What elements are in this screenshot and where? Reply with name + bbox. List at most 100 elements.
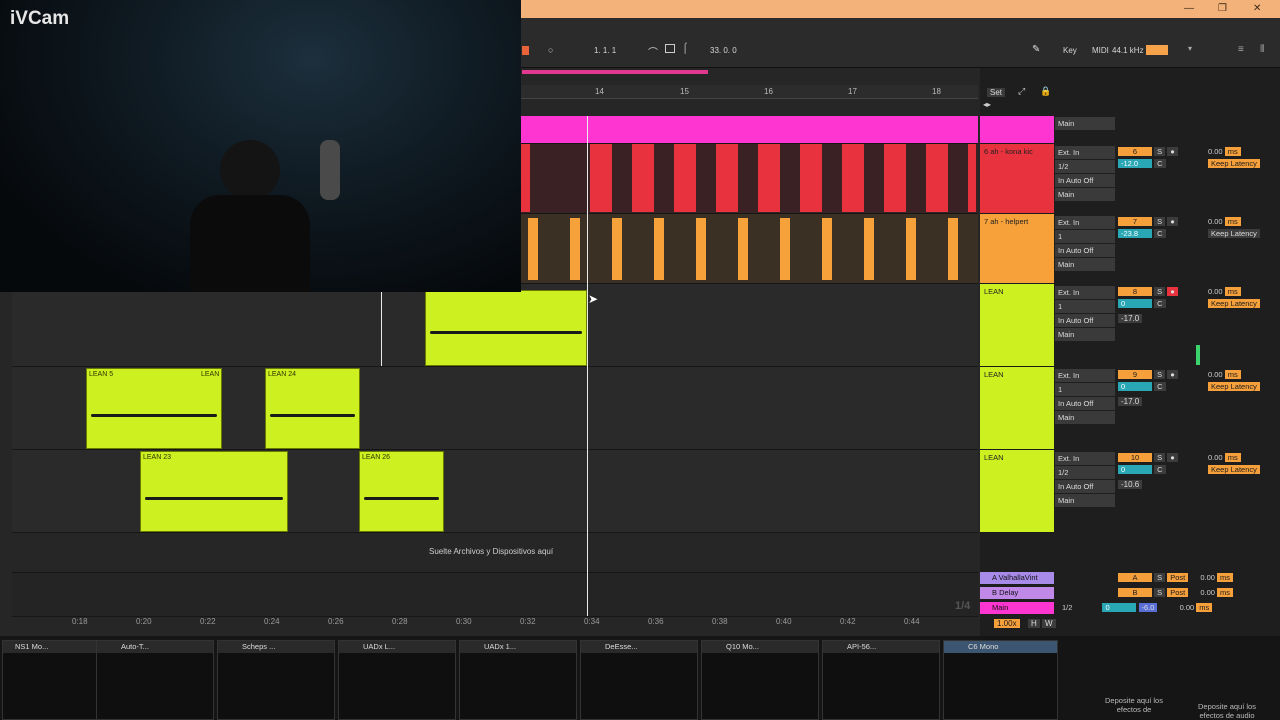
solo-button[interactable]: S	[1154, 453, 1166, 462]
set-button[interactable]: Set	[987, 88, 1006, 97]
solo-button[interactable]: S	[1154, 217, 1166, 226]
maximize-button[interactable]: ❐	[1218, 3, 1227, 14]
punch-in-icon[interactable]: ⌒	[648, 44, 658, 59]
return-strip[interactable]: A S Post 0.00 ms	[1118, 573, 1234, 582]
mixer-strip[interactable]: 7 S ● -23.8 C	[1118, 217, 1178, 238]
solo-button[interactable]: S	[1154, 370, 1166, 379]
channel-select[interactable]: 1	[1055, 383, 1115, 396]
device-uadx-l[interactable]: UADx L...	[338, 640, 456, 720]
draw-icon[interactable]: ✎	[1032, 44, 1040, 55]
channel-select[interactable]: 1/2	[1055, 160, 1115, 173]
bar-ruler[interactable]: 14 15 16 17 18	[520, 85, 978, 99]
track-lane[interactable]	[520, 116, 978, 144]
track-header[interactable]: 7 ah - helpert	[980, 214, 1054, 284]
track-delay[interactable]: 0.00 ms Keep Latency	[1208, 370, 1260, 391]
device-q10[interactable]: Q10 Mo...	[701, 640, 819, 720]
track-header[interactable]	[980, 116, 1054, 144]
track-io[interactable]: Ext. In 1 In Auto Off Main	[1055, 286, 1115, 342]
input-select[interactable]: Ext. In	[1055, 146, 1115, 159]
mixer-strip[interactable]: 6 S ● -12.0 C	[1118, 147, 1178, 168]
mixer-strip[interactable]: 8 S ● 0 C	[1118, 287, 1178, 308]
device-scheps[interactable]: Scheps ...	[217, 640, 335, 720]
volume-field[interactable]: 0	[1118, 465, 1152, 474]
channel-select[interactable]: 1/2	[1055, 466, 1115, 479]
volume-field[interactable]: -12.0	[1118, 159, 1152, 168]
track-lane[interactable]	[520, 214, 978, 284]
volume-field[interactable]: -23.8	[1118, 229, 1152, 238]
output-select[interactable]: Main	[1055, 328, 1115, 341]
track-io[interactable]: Main	[1055, 117, 1115, 131]
solo-button[interactable]: S	[1154, 147, 1166, 156]
playhead[interactable]	[587, 116, 588, 616]
input-select[interactable]: Ext. In	[1055, 369, 1115, 382]
track-io[interactable]: Ext. In 1/2 In Auto Off Main	[1055, 146, 1115, 202]
track-io[interactable]: Ext. In 1 In Auto Off Main	[1055, 216, 1115, 272]
solo-button[interactable]: S	[1154, 287, 1166, 296]
track-header[interactable]: LEAN	[980, 284, 1054, 367]
record-icon[interactable]	[522, 46, 529, 55]
h-button[interactable]: H	[1028, 619, 1040, 628]
return-track[interactable]: B Delay	[980, 587, 1054, 599]
audio-clip[interactable]: LEAN 24	[265, 368, 360, 449]
main-track[interactable]: Main	[980, 602, 1054, 614]
loop-brace[interactable]	[522, 70, 708, 74]
track-delay[interactable]: 0.00 ms Keep Latency	[1208, 453, 1260, 474]
track-header[interactable]: LEAN	[980, 367, 1054, 450]
channel-select[interactable]: 1	[1055, 300, 1115, 313]
track-delay[interactable]: 0.00 ms Keep Latency	[1208, 217, 1260, 238]
pan-field[interactable]: C	[1154, 299, 1166, 308]
send-field[interactable]: -17.0	[1118, 397, 1143, 406]
arrows-icon[interactable]: ◂▸	[983, 100, 991, 109]
input-select[interactable]: Ext. In	[1055, 452, 1115, 465]
return-strip[interactable]: B S Post 0.00 ms	[1118, 588, 1234, 597]
monitor-buttons[interactable]: In Auto Off	[1055, 397, 1115, 410]
lock-icon[interactable]: 🔒	[1040, 86, 1051, 97]
close-button[interactable]: ✕	[1253, 3, 1261, 14]
midi-map-button[interactable]: MIDI	[1092, 46, 1109, 55]
output-select[interactable]: Main	[1055, 117, 1115, 130]
output-select[interactable]: Main	[1055, 258, 1115, 271]
pan-field[interactable]: C	[1154, 159, 1166, 168]
screen-icon[interactable]	[665, 44, 675, 53]
chevron-down-icon[interactable]: ▾	[1188, 44, 1192, 53]
track-header[interactable]: LEAN	[980, 450, 1054, 533]
track-number[interactable]: 7	[1118, 217, 1152, 226]
channel-select[interactable]: 1	[1055, 230, 1115, 243]
w-button[interactable]: W	[1042, 619, 1056, 628]
minimize-button[interactable]: —	[1184, 3, 1194, 14]
volume-field[interactable]: 0	[1118, 299, 1152, 308]
mixer-strip[interactable]: 9 S ● 0 C	[1118, 370, 1178, 391]
output-select[interactable]: Main	[1055, 411, 1115, 424]
arm-button[interactable]: ●	[1167, 453, 1178, 462]
pan-field[interactable]: C	[1154, 229, 1166, 238]
key-map-button[interactable]: Key	[1063, 46, 1077, 55]
drop-area[interactable]: Suelte Archivos y Dispositivos aquí	[12, 533, 978, 573]
expand-icon[interactable]: ⤢	[1018, 86, 1025, 97]
track-header[interactable]: 6 ah - kona kic	[980, 144, 1054, 214]
arm-button[interactable]: ●	[1167, 217, 1178, 226]
grid-quantize[interactable]: 1/4	[955, 600, 970, 612]
arm-button[interactable]: ●	[1167, 287, 1178, 296]
monitor-buttons[interactable]: In Auto Off	[1055, 244, 1115, 257]
track-io[interactable]: Ext. In 1/2 In Auto Off Main	[1055, 452, 1115, 508]
track-number[interactable]: 8	[1118, 287, 1152, 296]
input-select[interactable]: Ext. In	[1055, 216, 1115, 229]
device-uadx-1[interactable]: UADx 1...	[459, 640, 577, 720]
send-field[interactable]: -17.0	[1118, 314, 1143, 323]
zoom-level[interactable]: 1.00x	[994, 619, 1020, 628]
pan-field[interactable]: C	[1154, 465, 1166, 474]
track-number[interactable]: 9	[1118, 370, 1152, 379]
audio-clip[interactable]: LEAN 5 LEAN	[86, 368, 222, 449]
mixer-strip[interactable]: 10 S ● 0 C	[1118, 453, 1178, 474]
pan-field[interactable]: C	[1154, 382, 1166, 391]
output-select[interactable]: Main	[1055, 494, 1115, 507]
track-delay[interactable]: 0.00 ms Keep Latency	[1208, 147, 1260, 168]
track-number[interactable]: 6	[1118, 147, 1152, 156]
audio-clip[interactable]: LEAN 26	[359, 451, 444, 532]
menu-icon[interactable]: ≡	[1238, 44, 1244, 55]
track-io[interactable]: Ext. In 1 In Auto Off Main	[1055, 369, 1115, 425]
main-strip[interactable]: 1/2 0 -6.0 0.00 ms	[1062, 603, 1213, 612]
output-select[interactable]: Main	[1055, 188, 1115, 201]
monitor-buttons[interactable]: In Auto Off	[1055, 314, 1115, 327]
arm-button[interactable]: ●	[1167, 147, 1178, 156]
